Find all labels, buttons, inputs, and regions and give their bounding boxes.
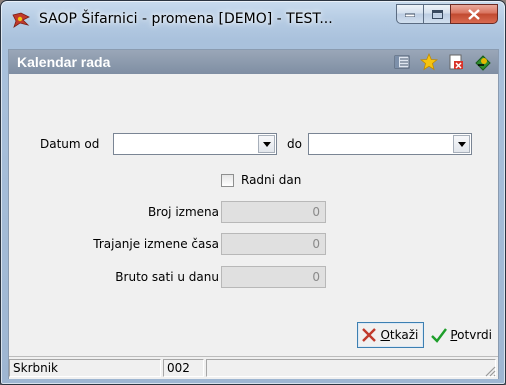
star-icon[interactable] bbox=[420, 53, 438, 71]
datum-od-combo[interactable] bbox=[113, 133, 277, 155]
do-combo[interactable] bbox=[308, 133, 472, 155]
form-header: Kalendar rada bbox=[9, 50, 498, 74]
do-label: do bbox=[287, 137, 302, 151]
form-client-area: Kalendar rada Datum od do Radni dan Broj… bbox=[8, 49, 499, 379]
close-icon bbox=[468, 8, 480, 20]
trajanje-izmene-label: Trajanje izmene časa bbox=[93, 237, 219, 251]
radni-dan-checkbox[interactable] bbox=[221, 174, 234, 187]
datum-od-label: Datum od bbox=[40, 137, 100, 151]
confirm-button[interactable]: Potvrdi bbox=[427, 322, 498, 348]
saop-app-icon bbox=[11, 11, 31, 29]
bruto-sati-label: Bruto sati u danu bbox=[115, 270, 219, 284]
form-title: Kalendar rada bbox=[17, 54, 111, 70]
title-bar[interactable]: SAOP Šifarnici - promena [DEMO] - TEST..… bbox=[1, 1, 505, 41]
broj-izmena-label: Broj izmena bbox=[147, 205, 219, 219]
cancel-x-icon bbox=[362, 328, 377, 342]
exit-icon[interactable] bbox=[474, 53, 492, 71]
chevron-down-icon bbox=[262, 141, 271, 147]
app-window: SAOP Šifarnici - promena [DEMO] - TEST..… bbox=[0, 0, 506, 385]
do-dropdown-button[interactable] bbox=[453, 135, 470, 153]
bruto-sati-field[interactable]: 0 bbox=[221, 266, 326, 288]
delete-document-icon[interactable] bbox=[447, 53, 465, 71]
cancel-label: tkaži bbox=[389, 328, 419, 342]
maximize-icon bbox=[431, 9, 443, 19]
status-extra bbox=[206, 359, 496, 377]
close-button[interactable] bbox=[450, 4, 498, 24]
maximize-button[interactable] bbox=[423, 4, 451, 24]
cancel-button[interactable]: Otkaži bbox=[357, 322, 425, 348]
resize-grip-icon[interactable] bbox=[484, 365, 496, 377]
broj-izmena-field[interactable]: 0 bbox=[221, 201, 326, 223]
status-code: 002 bbox=[163, 359, 204, 377]
trajanje-izmene-field[interactable]: 0 bbox=[221, 233, 326, 255]
status-user: Skrbnik bbox=[9, 359, 161, 377]
datum-od-dropdown-button[interactable] bbox=[258, 135, 275, 153]
list-icon[interactable] bbox=[393, 53, 411, 71]
status-bar: Skrbnik 002 bbox=[9, 356, 498, 379]
radni-dan-label: Radni dan bbox=[241, 173, 302, 187]
cancel-label-accesskey: O bbox=[380, 328, 390, 342]
minimize-icon bbox=[405, 13, 415, 17]
minimize-button[interactable] bbox=[396, 4, 424, 24]
checkmark-icon bbox=[431, 328, 448, 343]
confirm-label: otvrdi bbox=[457, 328, 492, 342]
window-title: SAOP Šifarnici - promena [DEMO] - TEST..… bbox=[39, 11, 333, 27]
chevron-down-icon bbox=[457, 141, 466, 147]
